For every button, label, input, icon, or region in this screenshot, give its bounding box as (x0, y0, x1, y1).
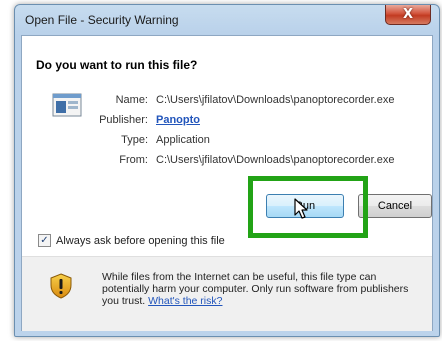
from-value: C:\Users\jfilatov\Downloads\panoptorecor… (156, 154, 395, 166)
type-value: Application (156, 134, 210, 146)
from-label: From: (119, 154, 148, 166)
always-ask-label[interactable]: Always ask before opening this file (56, 235, 225, 247)
always-ask-row[interactable]: ✓ Always ask before opening this file (38, 234, 225, 247)
title-bar[interactable]: Open File - Security Warning X (15, 5, 439, 35)
publisher-label: Publisher: (99, 114, 148, 126)
name-label: Name: (115, 94, 148, 106)
close-button[interactable]: X (385, 5, 431, 25)
warning-message: While files from the Internet can be use… (102, 271, 424, 307)
whats-the-risk-link[interactable]: What's the risk? (148, 295, 222, 307)
always-ask-checkbox[interactable]: ✓ (38, 234, 51, 247)
security-warning-dialog: Open File - Security Warning X Do you wa… (14, 4, 440, 337)
warning-shield-icon (50, 273, 72, 299)
name-value: C:\Users\jfilatov\Downloads\panoptorecor… (156, 94, 395, 106)
publisher-link[interactable]: Panopto (156, 114, 200, 126)
close-icon: X (402, 7, 414, 22)
cancel-button[interactable]: Cancel (358, 194, 432, 218)
checkmark-icon: ✓ (40, 234, 49, 246)
dialog-heading: Do you want to run this file? (36, 58, 198, 72)
mouse-pointer-icon (294, 198, 308, 219)
window-title: Open File - Security Warning (25, 13, 179, 27)
warning-footer: While files from the Internet can be use… (22, 256, 432, 331)
dialog-content: Do you want to run this file? Name: C:\U… (21, 35, 433, 331)
type-label: Type: (121, 134, 148, 146)
